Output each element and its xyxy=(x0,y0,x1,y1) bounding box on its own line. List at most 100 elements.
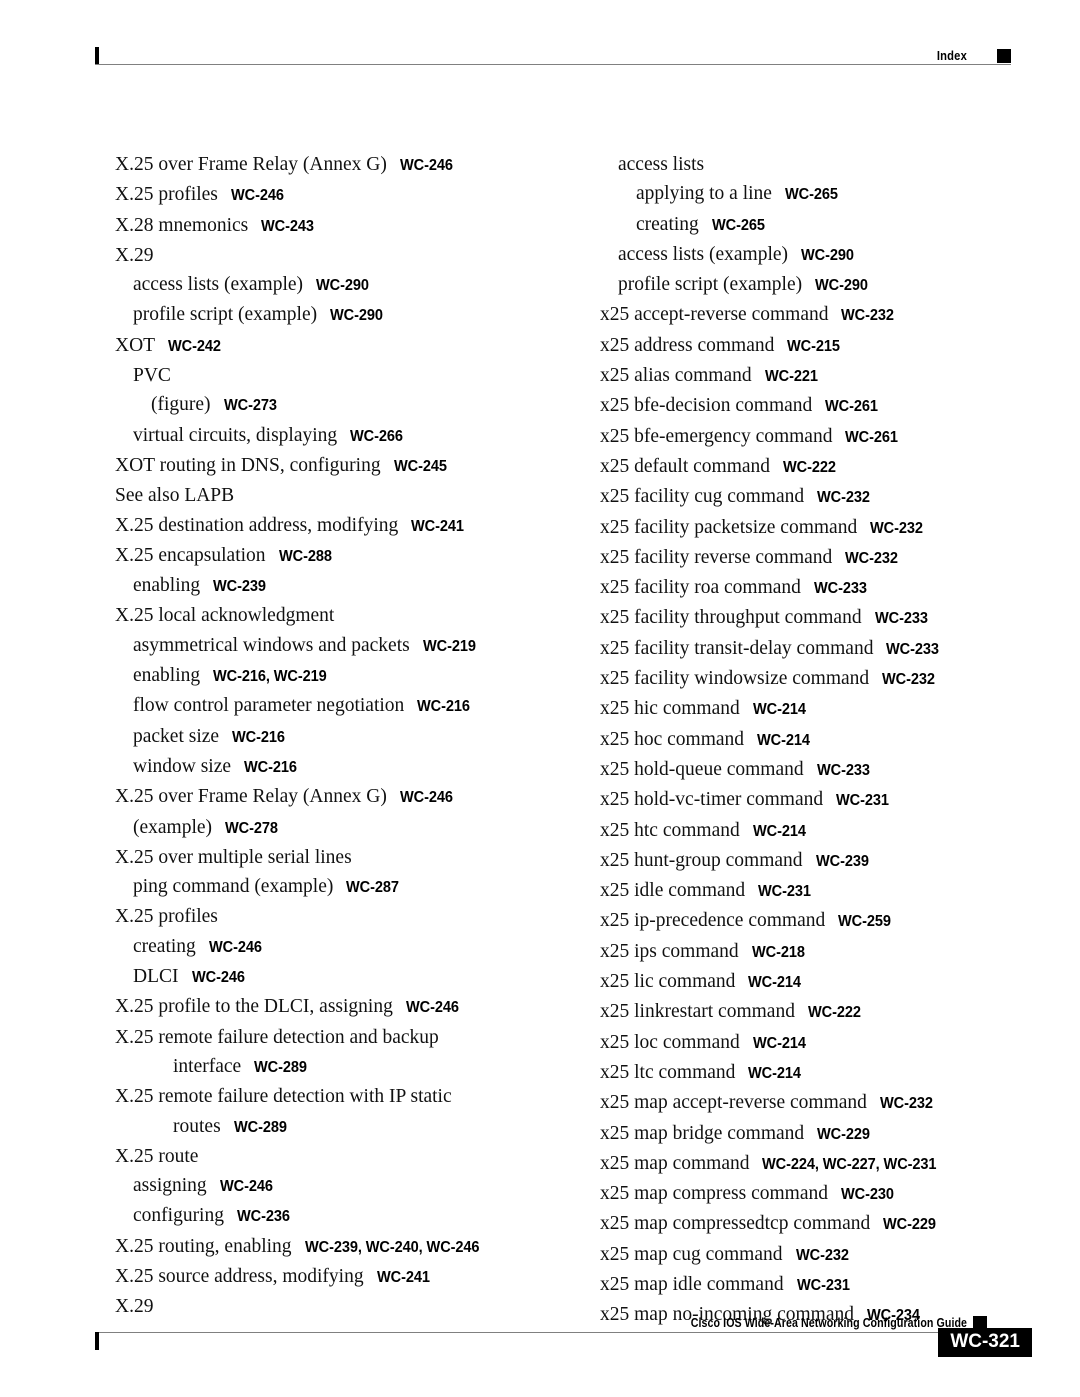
index-entry-page-ref[interactable]: WC-261 xyxy=(825,392,878,421)
index-entry-page-ref[interactable]: WC-232 xyxy=(882,665,935,694)
index-entry-page-ref[interactable]: WC-229 xyxy=(817,1120,870,1149)
index-entry-page-ref[interactable]: WC-265 xyxy=(712,211,765,240)
index-entry-page-ref[interactable]: WC-289 xyxy=(234,1113,287,1142)
index-entry-page-ref[interactable]: WC-224, WC-227, WC-231 xyxy=(762,1150,937,1179)
index-entry-page-ref[interactable]: WC-246 xyxy=(406,993,459,1022)
index-entry-page-ref[interactable]: WC-289 xyxy=(254,1053,307,1082)
index-entry-page-ref[interactable]: WC-232 xyxy=(841,301,894,330)
index-entry-text: x25 facility reverse command xyxy=(600,546,833,568)
index-entry-page-ref[interactable]: WC-218 xyxy=(752,938,805,967)
index-entry-page-ref[interactable]: WC-246 xyxy=(209,933,262,962)
index-entry-page-ref[interactable]: WC-214 xyxy=(748,968,801,997)
index-entry: x25 loc command WC-214 xyxy=(600,1028,1040,1058)
index-entry-page-ref[interactable]: WC-232 xyxy=(796,1241,849,1270)
index-entry-page-ref[interactable]: WC-233 xyxy=(886,635,939,664)
index-entry-page-ref[interactable]: WC-233 xyxy=(814,574,867,603)
index-entry-text: X.25 route xyxy=(115,1145,199,1167)
index-entry: asymmetrical windows and packets WC-219 xyxy=(115,631,565,661)
index-entry-text: x25 hoc command xyxy=(600,728,745,750)
index-entry-page-ref[interactable]: WC-231 xyxy=(836,786,889,815)
index-entry: x25 facility roa command WC-233 xyxy=(600,573,1040,603)
index-entry-text: creating xyxy=(636,213,699,235)
index-entry-page-ref[interactable]: WC-290 xyxy=(801,241,854,270)
index-entry-page-ref[interactable]: WC-239, WC-240, WC-246 xyxy=(305,1233,480,1262)
index-entry-page-ref[interactable]: WC-239 xyxy=(213,572,266,601)
index-entry-page-ref[interactable]: WC-231 xyxy=(797,1271,850,1300)
index-entry-text: x25 linkrestart command xyxy=(600,1001,795,1023)
index-entry: X.25 over multiple serial lines xyxy=(115,843,565,872)
index-entry-page-ref[interactable]: WC-232 xyxy=(845,544,898,573)
index-entry: access lists (example) WC-290 xyxy=(115,270,565,300)
index-entry-page-ref[interactable]: WC-216 xyxy=(244,753,297,782)
page-footer: Cisco IOS Wide-Area Networking Configura… xyxy=(95,1312,1032,1362)
index-entry-text: x25 ltc command xyxy=(600,1061,736,1083)
index-entry-page-ref[interactable]: WC-214 xyxy=(753,695,806,724)
index-entry-text: x25 facility roa command xyxy=(600,577,801,599)
index-entry-text: x25 map compress command xyxy=(600,1183,828,1205)
index-entry-page-ref[interactable]: WC-243 xyxy=(261,212,314,241)
index-entry-page-ref[interactable]: WC-241 xyxy=(377,1263,430,1292)
index-entry-page-ref[interactable]: WC-278 xyxy=(225,814,278,843)
index-entry-page-ref[interactable]: WC-242 xyxy=(168,332,221,361)
index-entry-page-ref[interactable]: WC-246 xyxy=(192,963,245,992)
index-entry-page-ref[interactable]: WC-214 xyxy=(748,1059,801,1088)
index-entry: x25 alias command WC-221 xyxy=(600,361,1040,391)
index-entry-page-ref[interactable]: WC-222 xyxy=(783,453,836,482)
index-entry-page-ref[interactable]: WC-290 xyxy=(330,301,383,330)
index-entry-page-ref[interactable]: WC-265 xyxy=(785,180,838,209)
index-entry-page-ref[interactable]: WC-273 xyxy=(224,391,277,420)
index-entry-page-ref[interactable]: WC-246 xyxy=(231,181,284,210)
index-entry: creating WC-265 xyxy=(600,210,1040,240)
index-entry: x25 htc command WC-214 xyxy=(600,816,1040,846)
index-entry-page-ref[interactable]: WC-246 xyxy=(400,151,453,180)
index-entry-page-ref[interactable]: WC-266 xyxy=(350,422,403,451)
index-entry-page-ref[interactable]: WC-214 xyxy=(753,817,806,846)
index-entry-page-ref[interactable]: WC-219 xyxy=(423,632,476,661)
index-entry-page-ref[interactable]: WC-232 xyxy=(870,514,923,543)
index-entry-page-ref[interactable]: WC-290 xyxy=(815,271,868,300)
index-entry: x25 ltc command WC-214 xyxy=(600,1058,1040,1088)
index-entry-text: x25 ips command xyxy=(600,940,739,962)
index-entry-text: DLCI xyxy=(133,966,179,988)
index-entry-text: access lists (example) xyxy=(618,243,789,265)
index-entry-text: applying to a line xyxy=(636,183,772,205)
index-entry-page-ref[interactable]: WC-229 xyxy=(883,1210,936,1239)
index-entry-page-ref[interactable]: WC-216 xyxy=(232,723,285,752)
index-entry-page-ref[interactable]: WC-216, WC-219 xyxy=(213,662,327,691)
index-entry-page-ref[interactable]: WC-230 xyxy=(841,1180,894,1209)
index-entry-text: X.25 profiles xyxy=(115,184,218,206)
index-entry-page-ref[interactable]: WC-261 xyxy=(845,423,898,452)
index-entry-page-ref[interactable]: WC-288 xyxy=(279,542,332,571)
index-entry: (example) WC-278 xyxy=(115,813,565,843)
index-column-right: access lists applying to a line WC-265 crea… xyxy=(600,150,1040,1331)
index-entry: X.25 profile to the DLCI, assigning WC-24… xyxy=(115,992,565,1022)
index-entry-page-ref[interactable]: WC-241 xyxy=(411,512,464,541)
index-entry-page-ref[interactable]: WC-239 xyxy=(816,847,869,876)
index-entry-page-ref[interactable]: WC-233 xyxy=(817,756,870,785)
index-entry-text: enabling xyxy=(133,575,201,597)
index-entry-page-ref[interactable]: WC-222 xyxy=(808,998,861,1027)
index-entry-page-ref[interactable]: WC-246 xyxy=(400,783,453,812)
index-entry-page-ref[interactable]: WC-216 xyxy=(417,692,470,721)
index-entry-page-ref[interactable]: WC-214 xyxy=(753,1029,806,1058)
index-entry-page-ref[interactable]: WC-231 xyxy=(758,877,811,906)
index-entry-page-ref[interactable]: WC-232 xyxy=(817,483,870,512)
index-entry-page-ref[interactable]: WC-236 xyxy=(237,1202,290,1231)
index-entry: XOT WC-242 xyxy=(115,331,565,361)
index-entry: x25 address command WC-215 xyxy=(600,331,1040,361)
index-entry-text: x25 map bridge command xyxy=(600,1122,805,1144)
index-entry-text: X.25 encapsulation xyxy=(115,544,266,566)
index-entry-page-ref[interactable]: WC-221 xyxy=(765,362,818,391)
index-entry-page-ref[interactable]: WC-215 xyxy=(787,332,840,361)
index-entry-page-ref[interactable]: WC-232 xyxy=(880,1089,933,1118)
index-entry-page-ref[interactable]: WC-246 xyxy=(220,1172,273,1201)
index-entry-page-ref[interactable]: WC-245 xyxy=(394,452,447,481)
index-entry-page-ref[interactable]: WC-233 xyxy=(875,604,928,633)
index-entry-page-ref[interactable]: WC-287 xyxy=(346,873,399,902)
index-entry-text: x25 bfe-decision command xyxy=(600,395,813,417)
index-entry-page-ref[interactable]: WC-214 xyxy=(757,726,810,755)
index-entry-page-ref[interactable]: WC-259 xyxy=(838,907,891,936)
index-entry: ping command (example) WC-287 xyxy=(115,872,565,902)
index-entry-text: x25 map accept-reverse command xyxy=(600,1092,867,1114)
index-entry-page-ref[interactable]: WC-290 xyxy=(316,271,369,300)
